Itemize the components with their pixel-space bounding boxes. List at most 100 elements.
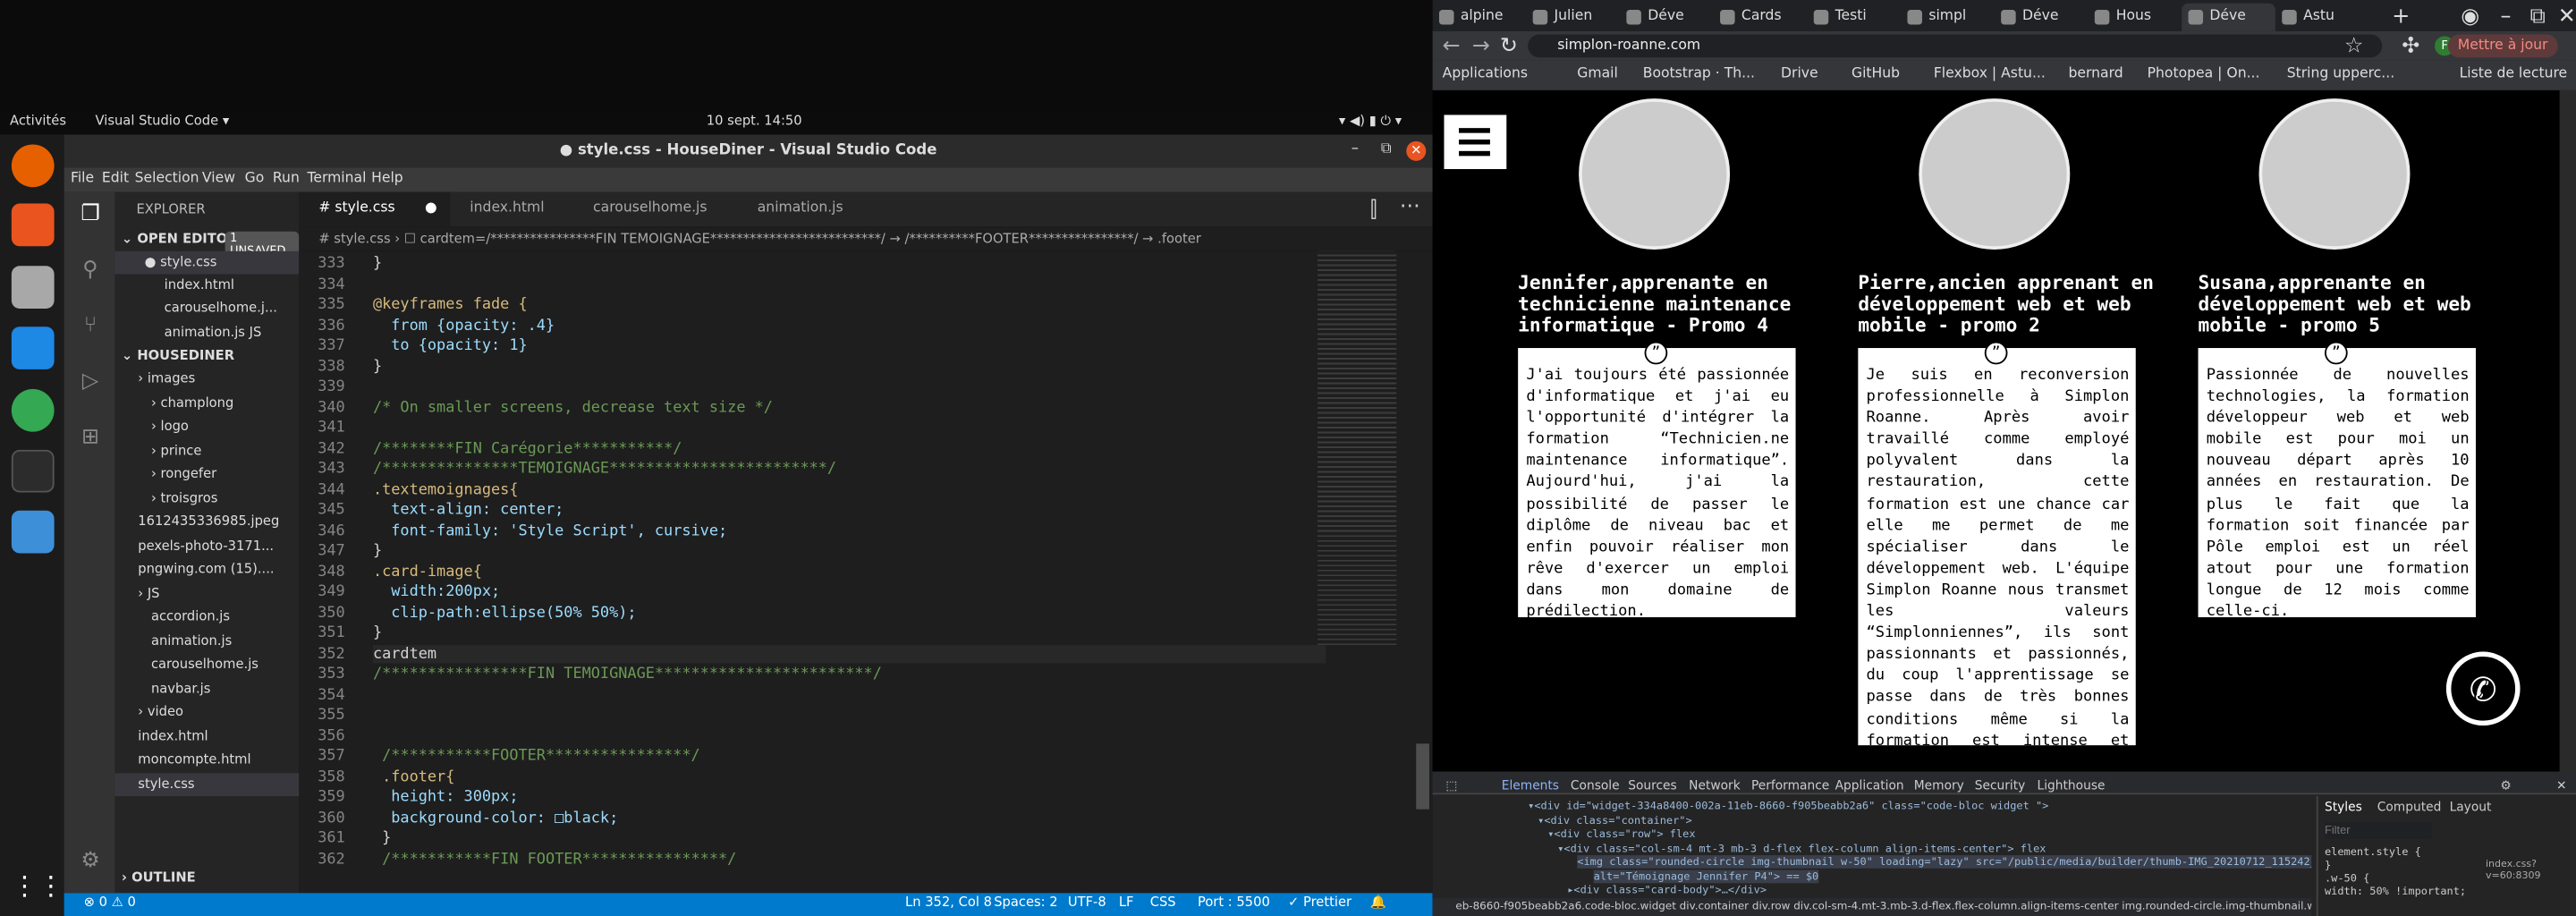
files-icon[interactable] [11,266,55,310]
encoding[interactable]: UTF-8 [1068,895,1106,910]
more-actions-icon[interactable]: ··· [1400,195,1420,220]
dom-node[interactable]: ▾<div id="widget-334a8400-002a-11eb-8660… [1528,800,2048,813]
code-line[interactable]: text-align: center; [373,501,564,519]
clock[interactable]: 10 sept. 14:50 [707,114,802,129]
cursor-position[interactable]: Ln 352, Col 8 [905,895,992,910]
folder-item[interactable]: › troisgros [115,487,300,510]
folder-item[interactable]: › images [115,368,300,391]
browser-tab[interactable]: simpl [1901,4,1995,31]
folder-item[interactable]: › champlong [115,392,300,415]
unsaved-dot-icon[interactable]: ● [425,192,437,227]
bookmark-star-icon[interactable]: ☆ [2344,35,2363,60]
inspect-element-icon[interactable]: ⬚ [1445,778,1457,793]
bookmark-gmail[interactable]: Gmail [1577,65,1618,81]
menu-file[interactable]: File [71,171,94,187]
notes-icon[interactable] [11,510,55,554]
code-line[interactable]: height: 300px; [373,788,518,806]
tab-search-icon[interactable]: ◉ [2461,5,2479,30]
code-line[interactable]: } [373,254,382,272]
window-close-icon[interactable]: ✕ [2558,5,2576,30]
code-line[interactable]: background-color: □black; [373,809,618,827]
software-icon[interactable] [11,203,55,247]
menu-run[interactable]: Run [273,171,300,187]
project-section[interactable]: ⌄ HOUSEDINER [115,344,300,368]
bookmark-drive[interactable]: Drive [1781,65,1818,81]
computed-tab[interactable]: Computed [2377,800,2442,815]
explorer-icon[interactable]: ❐ [77,202,103,228]
code-line[interactable]: clip-path:ellipse(50% 50%); [373,603,636,621]
folder-item[interactable]: › rongefer [115,463,300,487]
code-line[interactable]: from {opacity: .4} [373,316,555,334]
chrome-icon[interactable] [11,388,55,432]
bookmark-string[interactable]: String upperc... [2287,65,2394,81]
indentation[interactable]: Spaces: 2 [994,895,1057,910]
dom-node[interactable]: ▾<div class="container"> [1538,813,1692,827]
source-control-icon[interactable]: ⑂ [77,314,103,340]
code-line[interactable]: } [373,542,382,560]
menu-help[interactable]: Help [371,171,403,187]
dom-node[interactable]: ▸<div class="card-body">…</div> [1567,883,1767,896]
reload-icon[interactable]: ↻ [1500,35,1518,60]
menu-selection[interactable]: Selection [135,171,199,187]
dom-node[interactable]: ▾<div class="row"> flex [1547,827,1695,841]
code-line[interactable]: } [373,623,382,641]
code-line[interactable]: @keyframes fade { [373,295,528,313]
devtools-tab-elements[interactable]: Elements [1502,778,1559,793]
file-item[interactable]: index.html [115,725,300,748]
folder-item[interactable]: › logo [115,415,300,438]
open-editor-item[interactable]: ● style.css [114,250,300,275]
file-item[interactable]: moncompte.html [115,749,300,772]
tab-index-html[interactable]: index.html [450,192,573,227]
scrollbar-thumb[interactable] [1416,743,1429,810]
tab-style-css[interactable]: # style.css ● [299,191,451,227]
devtools-tab-memory[interactable]: Memory [1914,778,1964,793]
notifications-icon[interactable]: 🔔 [1370,895,1386,910]
devtools-settings-icon[interactable]: ⚙ [2501,778,2512,793]
file-item[interactable]: pexels-photo-3171... [115,534,300,557]
devtools-tab-application[interactable]: Application [1835,778,1904,793]
open-editor-item[interactable]: carouselhome.j... [115,297,300,320]
open-editor-item[interactable]: index.html [115,274,300,297]
code-line[interactable]: cardtem [372,644,1326,663]
devtools-tab-network[interactable]: Network [1689,778,1741,793]
menu-go[interactable]: Go [245,171,265,187]
styles-tab[interactable]: Styles [2325,800,2362,815]
file-item[interactable]: style.css [114,772,300,796]
bookmark-photopea[interactable]: Photopea | On... [2148,65,2260,81]
address-bar[interactable]: simplon-roanne.com [1528,34,2383,58]
file-item[interactable]: accordion.js [115,606,300,629]
page-scrollbar[interactable] [2559,89,2576,772]
update-button[interactable]: Mettre à jour [2447,34,2558,58]
browser-tab[interactable]: Déve [1620,4,1714,31]
code-line[interactable]: /***********FOOTER****************/ [373,747,700,765]
browser-tab[interactable]: Julien [1526,4,1620,31]
window-minimize-icon[interactable]: – [2501,5,2512,30]
outline-section[interactable]: › OUTLINE [115,867,300,890]
code-line[interactable]: .card-image{ [373,563,482,581]
menu-edit[interactable]: Edit [102,171,129,187]
devtools-tab-security[interactable]: Security [1975,778,2026,793]
folder-item[interactable]: › JS [115,582,300,606]
code-line[interactable]: /* On smaller screens, decrease text siz… [373,398,773,416]
file-item[interactable]: carouselhome.js [115,653,300,676]
vscode-icon[interactable] [11,327,55,369]
hamburger-menu-icon[interactable] [1444,114,1507,170]
code-line[interactable]: } [373,357,382,375]
activities-button[interactable]: Activités [10,114,66,129]
browser-tab[interactable]: Déve [1995,4,2089,31]
file-item[interactable]: pngwing.com (15).... [115,558,300,581]
extensions-icon[interactable]: ⊞ [77,425,103,451]
run-debug-icon[interactable]: ▷ [77,369,103,395]
firefox-icon[interactable] [11,144,55,188]
language-mode[interactable]: CSS [1150,895,1176,910]
dom-node[interactable]: ▾<div class="col-sm-4 mt-3 mb-3 d-flex f… [1557,842,2046,855]
split-editor-icon[interactable]: ⫿ [1370,199,1377,224]
browser-tab[interactable]: Testi [1807,4,1901,31]
styles-filter-input[interactable] [2324,822,2432,839]
minimize-icon[interactable]: – [1352,141,1359,157]
folder-item[interactable]: › prince [115,439,300,462]
problems-indicator[interactable]: ⊗ 0 ⚠ 0 [84,895,136,910]
minimap[interactable] [1318,250,1397,646]
code-line[interactable]: /***************TEMOIGNAGE**************… [373,460,836,478]
dom-node[interactable]: <img class="rounded-circle img-thumbnail… [1577,855,2312,869]
